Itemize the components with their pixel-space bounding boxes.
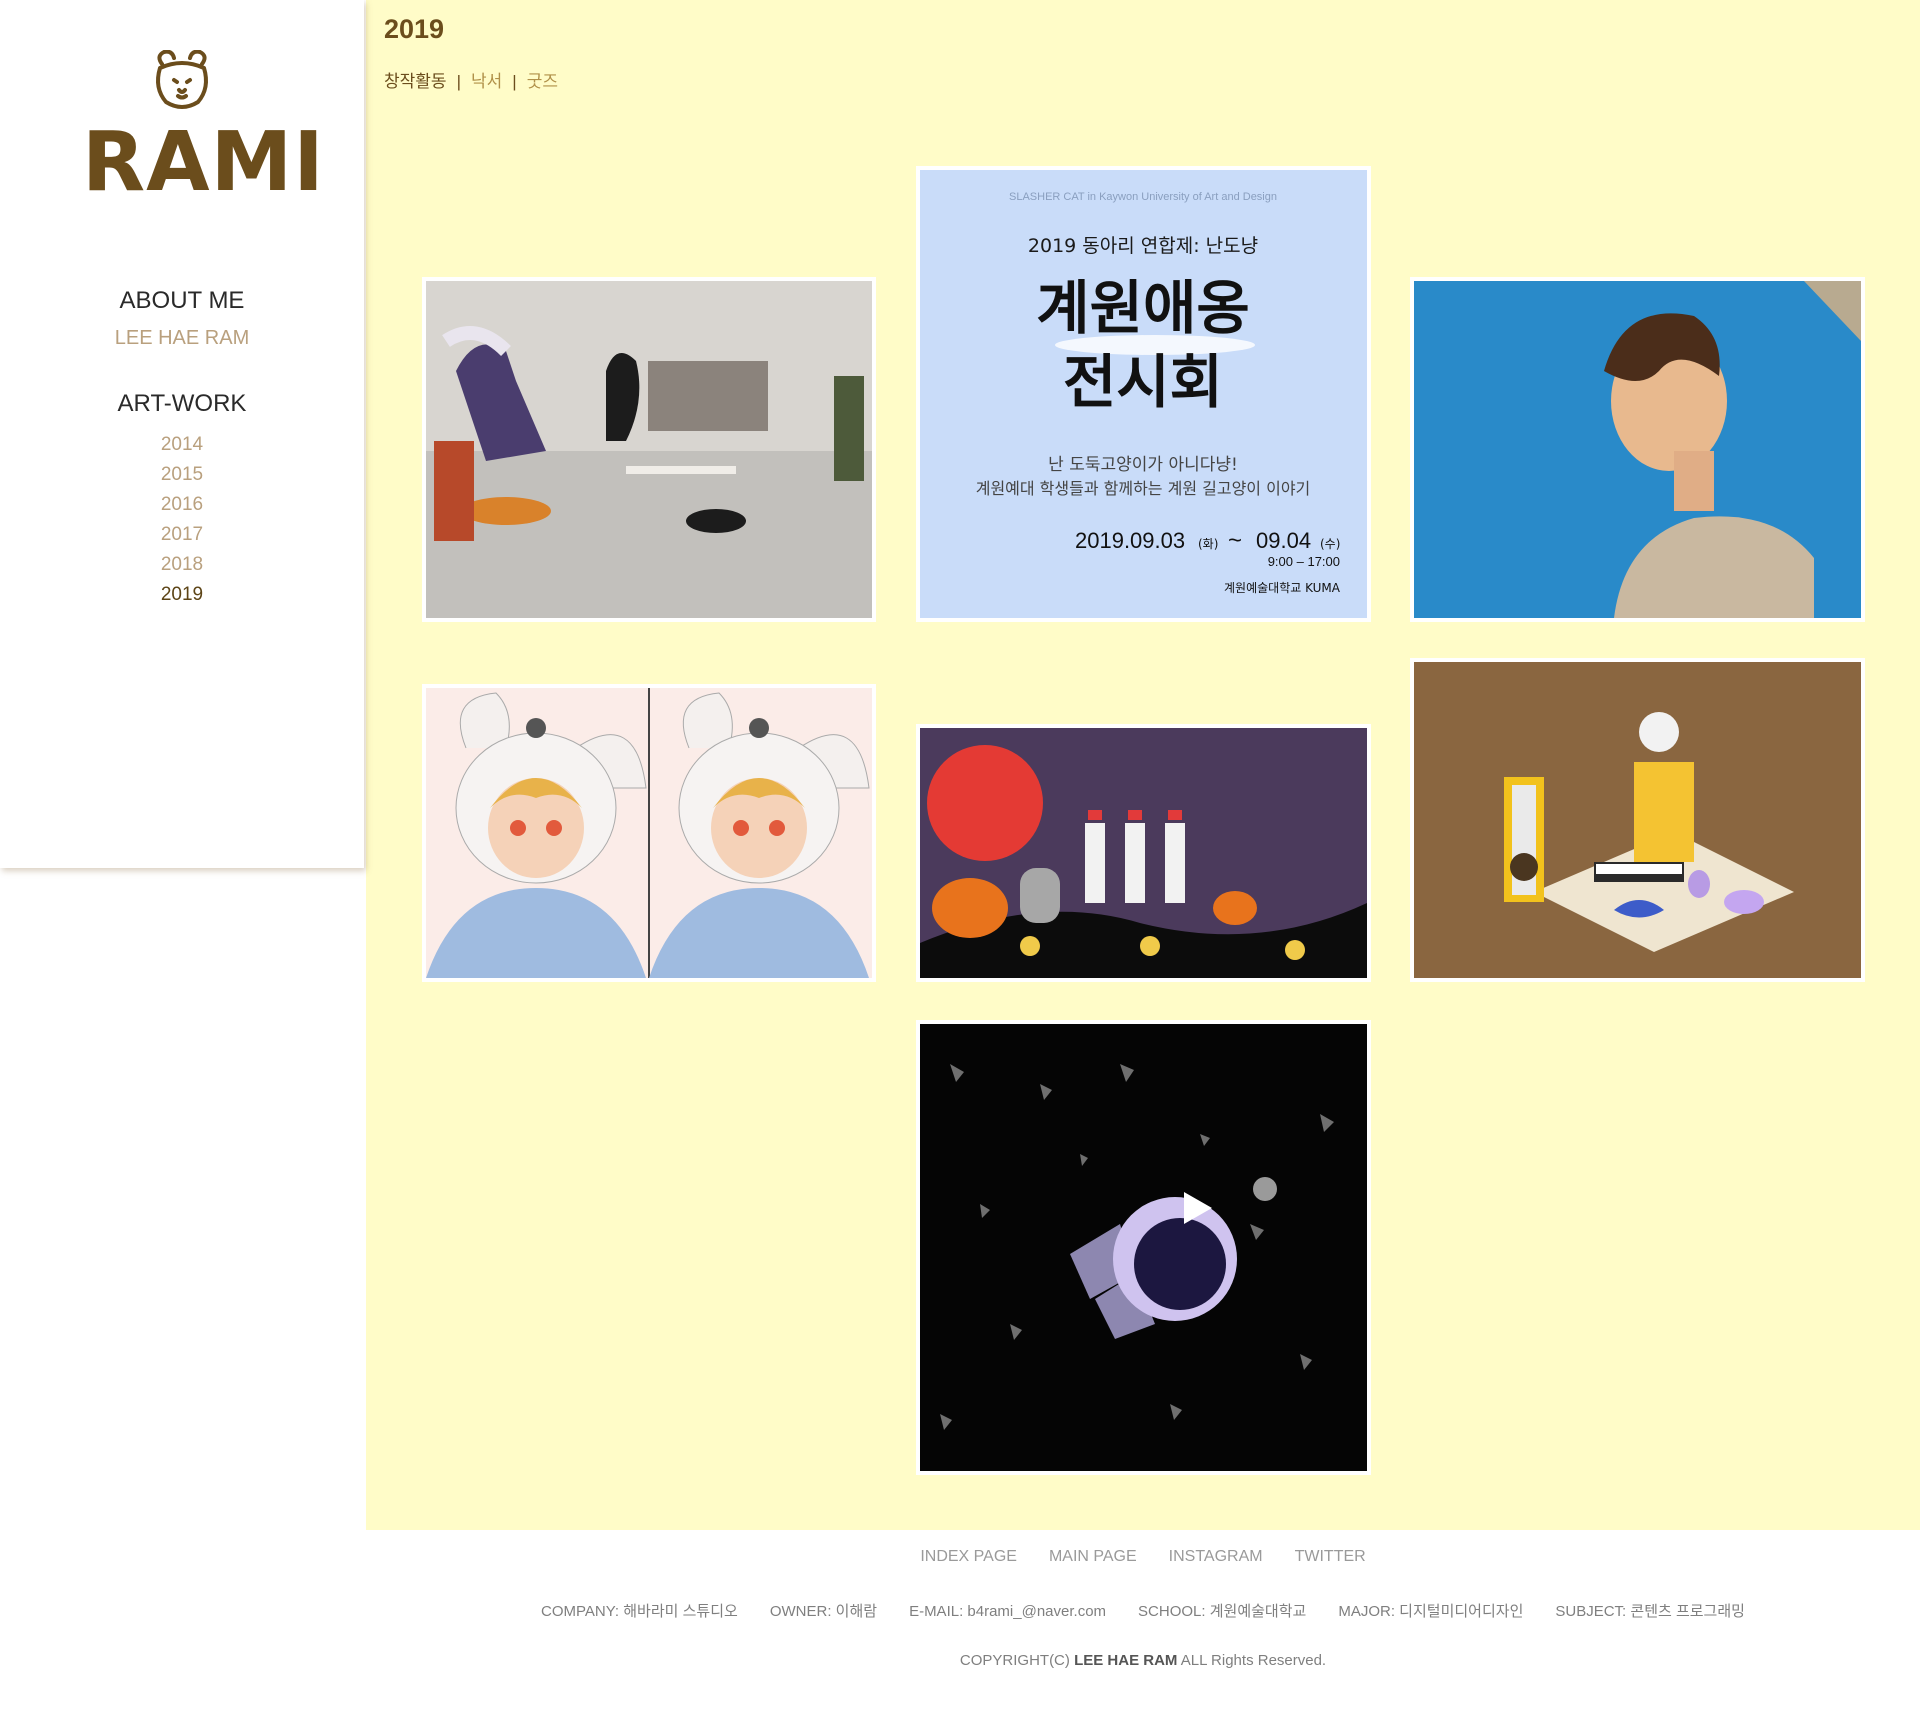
logo-text: RAMI [82,115,325,210]
year-link-2014[interactable]: 2014 [0,430,364,460]
footer-link-index-page[interactable]: INDEX PAGE [920,1548,1017,1565]
copyright: COPYRIGHT(C) LEE HAE RAM ALL Rights Rese… [366,1652,1920,1669]
footer-major: MAJOR: 디지털미디어디자인 [1338,1603,1524,1620]
footer-link-main-page[interactable]: MAIN PAGE [1049,1548,1137,1565]
year-link-2015[interactable]: 2015 [0,460,364,490]
artwork-tile-poster[interactable]: SLASHER CAT in Kaywon University of Art … [916,166,1371,622]
exhibition-photo-image [426,281,872,618]
footer-school: SCHOOL: 계원예술대학교 [1138,1603,1307,1620]
footer-link-instagram[interactable]: INSTAGRAM [1169,1548,1263,1565]
astronaut-video-image [920,1024,1367,1471]
portrait-image [1414,281,1861,618]
footer-email: E-MAIL: b4rami_@naver.com [909,1603,1107,1620]
artwork-tile-bunny-character[interactable] [422,684,876,982]
logo[interactable]: RAMI [82,50,324,204]
poster-venue: 계원예술대학교 KUMA [1224,581,1341,595]
year-link-2016[interactable]: 2016 [0,490,364,520]
footer-subject: SUBJECT: 콘텐츠 프로그래밍 [1555,1603,1745,1620]
footer-info: COMPANY: 해바라미 스튜디오 OWNER: 이해람 E-MAIL: b4ra… [366,1600,1920,1621]
poster-title-line2: 전시회 [1063,348,1223,416]
poster-image: SLASHER CAT in Kaywon University of Art … [920,170,1367,618]
poster-time: 9:00 – 17:00 [1268,554,1340,569]
tab-separator: | [512,72,517,91]
artwork-tile-halloween[interactable] [916,724,1371,982]
nav-about-me[interactable]: ABOUT ME [0,287,364,315]
category-tabs: 창작활동 | 낙서 | 굿즈 [384,67,558,92]
poster-subtitle: 2019 동아리 연합제: 난도냥 [1028,235,1258,257]
halloween-image [920,728,1367,978]
tab-creative[interactable]: 창작활동 [384,67,447,92]
artwork-tile-astronaut-video[interactable] [916,1020,1371,1475]
poster-top-line: SLASHER CAT in Kaywon University of Art … [1009,191,1277,203]
copyright-prefix: COPYRIGHT(C) [959,1652,1070,1669]
artwork-tile-isometric-3d[interactable] [1410,658,1865,982]
tab-separator: | [456,72,461,91]
year-link-2018[interactable]: 2018 [0,550,364,580]
year-link-2019[interactable]: 2019 [0,580,364,610]
footer-owner: OWNER: 이해람 [769,1603,878,1620]
footer-link-twitter[interactable]: TWITTER [1295,1548,1366,1565]
poster-date-start-day: (화) [1198,537,1218,551]
footer-company: COMPANY: 해바라미 스튜디오 [541,1603,738,1620]
bunny-character-image [426,688,872,978]
artwork-tile-exhibition-photo[interactable] [422,277,876,622]
copyright-name: LEE HAE RAM [1074,1652,1178,1669]
footer-links: INDEX PAGE MAIN PAGE INSTAGRAM TWITTER [366,1548,1920,1566]
poster-desc-line2: 계원예대 학생들과 함께하는 계원 길고양이 이야기 [976,479,1311,498]
copyright-suffix: ALL Rights Reserved. [1180,1652,1327,1669]
poster-desc-line1: 난 도둑고양이가 아니다냥! [1048,455,1238,475]
tab-doodle[interactable]: 낙서 [471,67,502,92]
artwork-tile-portrait[interactable] [1410,277,1865,622]
tab-goods[interactable]: 굿즈 [527,67,558,92]
year-link-2017[interactable]: 2017 [0,520,364,550]
nav-art-work[interactable]: ART-WORK [0,390,364,418]
poster-date-end: 09.04 [1256,528,1311,553]
poster-date-start: 2019.09.03 [1075,528,1185,553]
page-title: 2019 [384,14,445,44]
nav-about-name[interactable]: LEE HAE RAM [0,327,364,350]
poster-title-line1: 계원애옹 [1036,274,1249,342]
play-icon[interactable] [1176,1188,1216,1228]
main-content: 2019 창작활동 | 낙서 | 굿즈 SLASHER CAT in Kaywon Un… [366,0,1920,1530]
isometric-3d-image [1414,662,1861,978]
sidebar: RAMI ABOUT ME LEE HAE RAM ART-WORK 2014 … [0,0,364,868]
poster-date-end-day: (수) [1320,537,1340,551]
poster-date-tilde: ~ [1228,527,1242,554]
year-list: 2014 2015 2016 2017 2018 2019 [0,430,364,610]
